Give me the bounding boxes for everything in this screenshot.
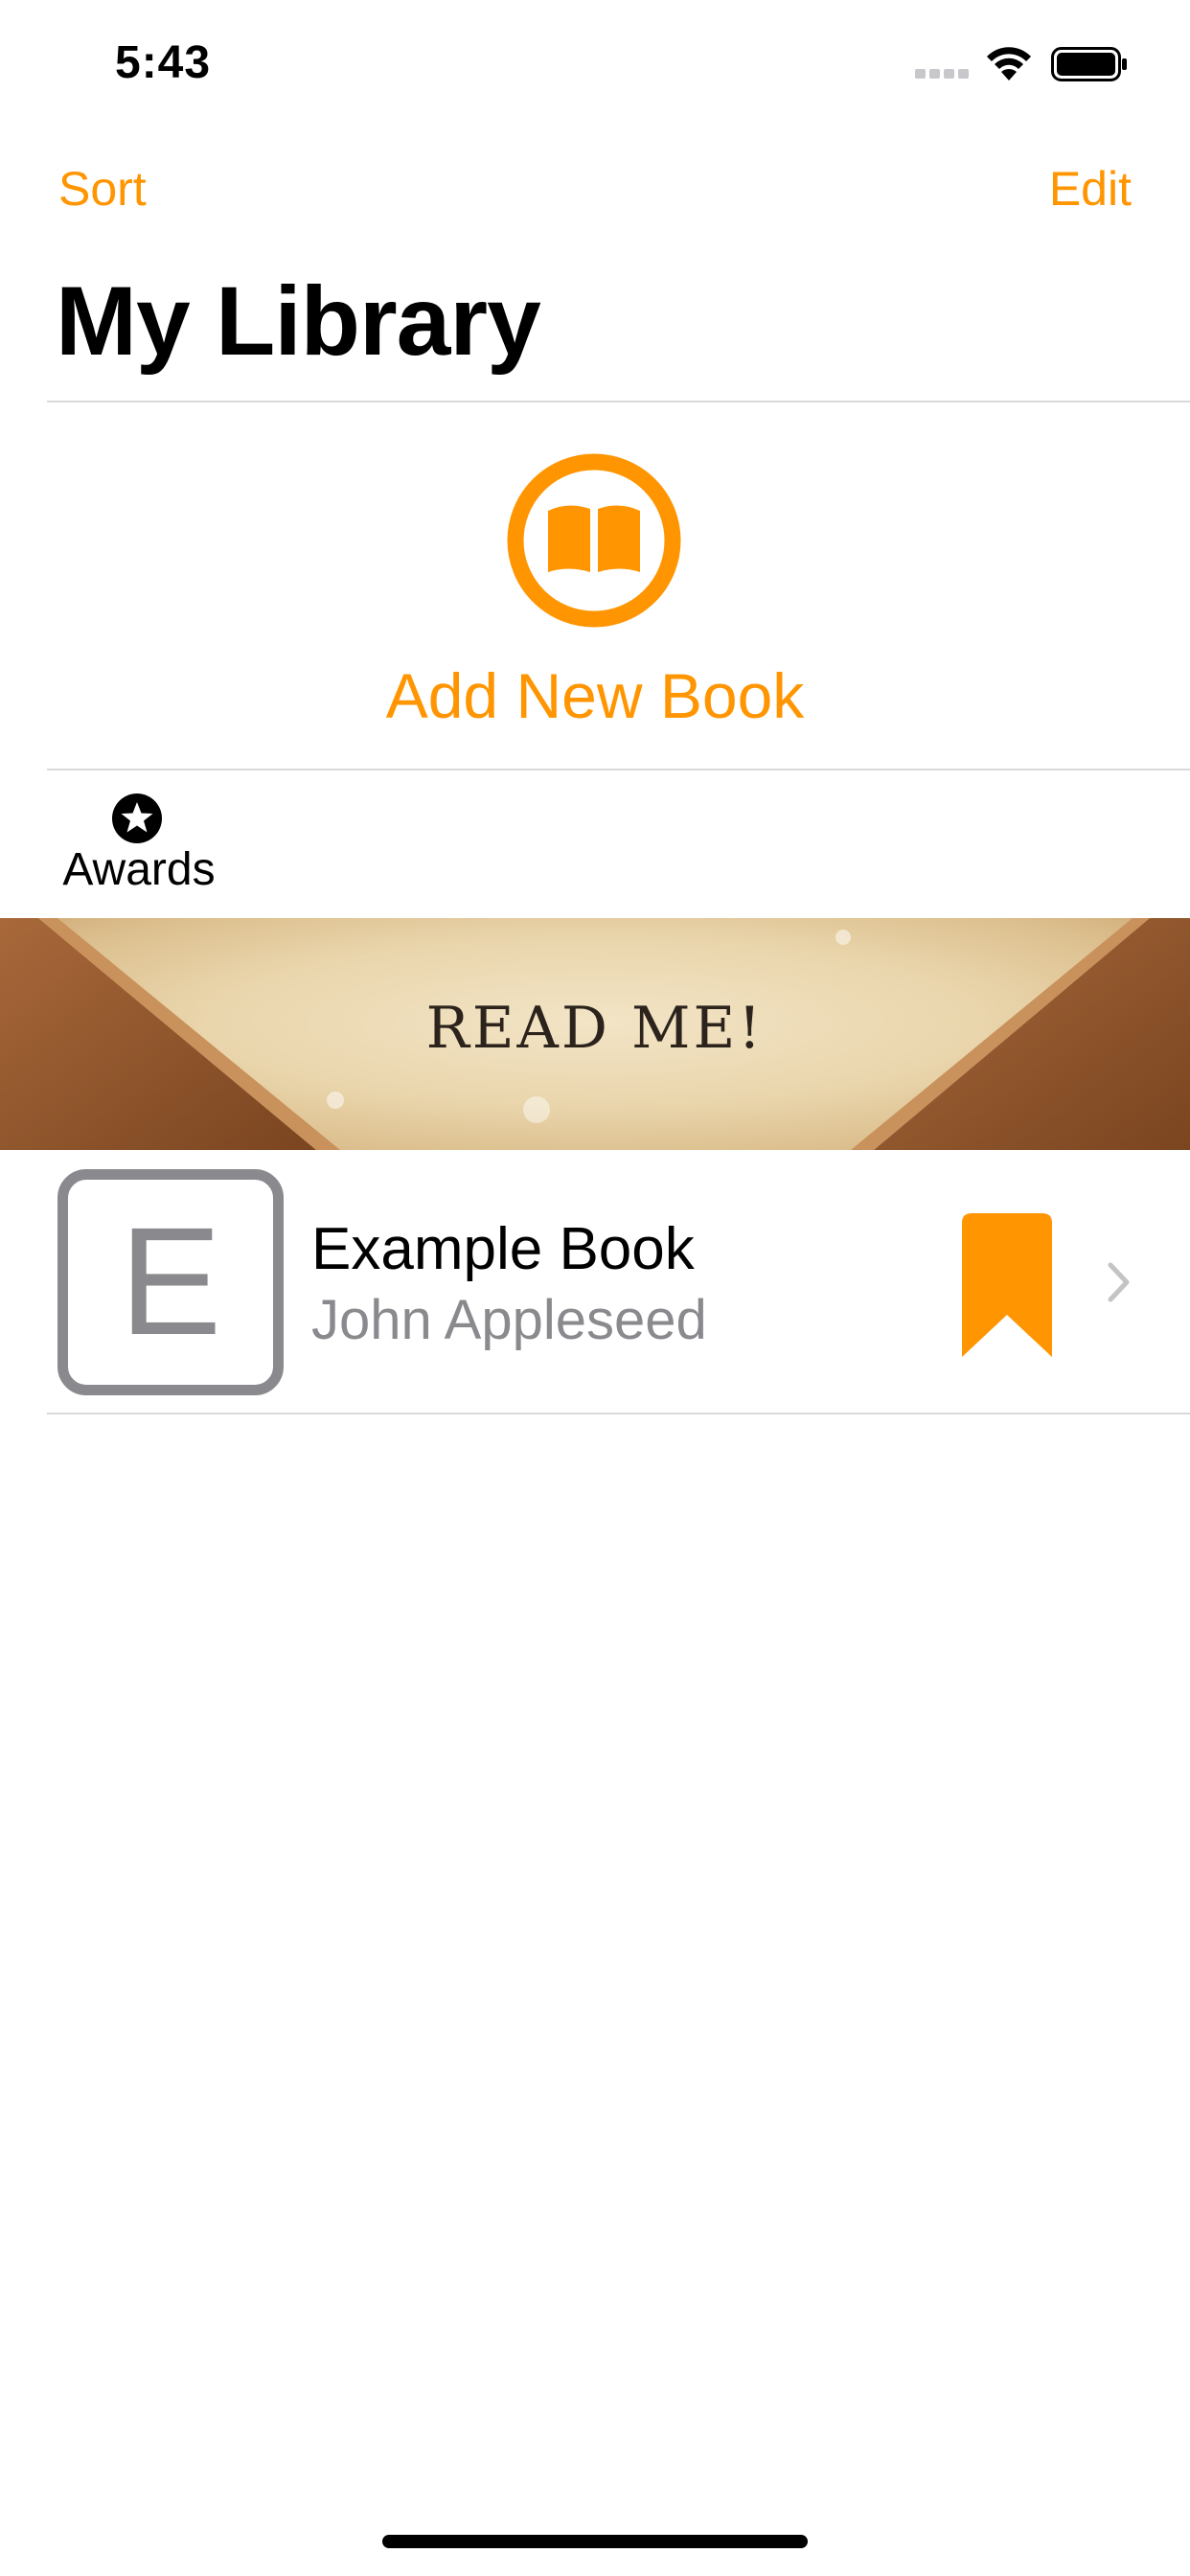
star-icon bbox=[112, 794, 162, 843]
status-bar: 5:43 bbox=[0, 0, 1190, 126]
book-row-divider bbox=[47, 1413, 1190, 1414]
add-book-divider bbox=[47, 769, 1190, 770]
sort-button[interactable]: Sort bbox=[58, 161, 147, 217]
book-cover: E bbox=[57, 1169, 284, 1395]
status-time: 5:43 bbox=[115, 37, 212, 88]
awards-label: Awards bbox=[62, 844, 216, 895]
home-indicator[interactable] bbox=[382, 2535, 808, 2548]
bookmark-icon[interactable] bbox=[962, 1213, 1052, 1357]
awards-button[interactable]: Awards bbox=[57, 788, 220, 903]
book-cover-letter: E bbox=[119, 1195, 222, 1367]
add-new-book-label: Add New Book bbox=[385, 660, 805, 731]
book-author: John Appleseed bbox=[311, 1289, 707, 1351]
add-new-book-button[interactable]: Add New Book bbox=[0, 402, 1190, 769]
signal-icon bbox=[915, 69, 969, 79]
banner-text: READ ME! bbox=[425, 995, 765, 1062]
book-title: Example Book bbox=[311, 1216, 695, 1282]
battery-icon bbox=[1051, 47, 1127, 81]
edit-button[interactable]: Edit bbox=[1049, 161, 1132, 217]
book-open-icon bbox=[507, 453, 681, 628]
read-me-banner[interactable]: READ ME! bbox=[0, 918, 1190, 1150]
wifi-icon bbox=[987, 47, 1031, 80]
chevron-right-icon bbox=[1108, 1262, 1130, 1302]
page-title: My Library bbox=[56, 266, 541, 376]
book-list-item[interactable]: E Example Book John Appleseed bbox=[0, 1152, 1190, 1413]
